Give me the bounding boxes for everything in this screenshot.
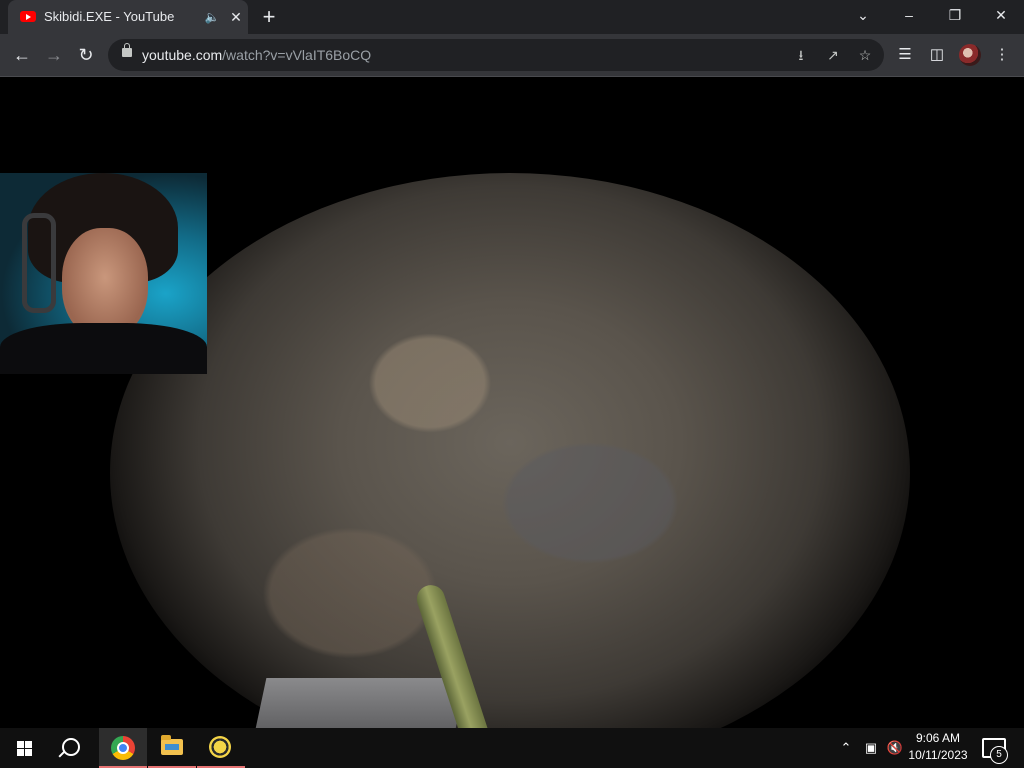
headset: [22, 213, 56, 313]
url-text[interactable]: youtube.com/watch?v=vVlaIT6BoCQ: [142, 47, 371, 63]
clock-date: 10/11/2023: [908, 748, 968, 762]
start-button[interactable]: [0, 728, 48, 768]
close-window-button[interactable]: ✕: [978, 0, 1024, 30]
back-button[interactable]: ←: [8, 41, 36, 69]
menu-kebab-icon[interactable]: ⋮: [992, 45, 1012, 65]
profile-avatar[interactable]: [959, 44, 981, 66]
taskbar-chrome[interactable]: [99, 728, 147, 768]
new-tab-button[interactable]: +: [258, 6, 280, 28]
media-controls-icon[interactable]: ☰: [895, 45, 915, 65]
restore-button[interactable]: ❐: [932, 0, 978, 30]
webcam-overlay: [0, 173, 207, 374]
chevron-up-icon[interactable]: ⌃: [838, 738, 854, 758]
system-clock[interactable]: 9:06 AM 10/11/2023: [904, 730, 972, 764]
tab-title: Skibidi.EXE - YouTube: [44, 9, 175, 24]
browser-toolbar: ← → ↻ youtube.com/watch?v=vVlaIT6BoCQ ⭳ …: [0, 34, 1024, 77]
notification-count: 5: [990, 746, 1008, 764]
youtube-icon: [20, 11, 36, 22]
address-bar[interactable]: youtube.com/watch?v=vVlaIT6BoCQ ⭳ ↗ ☆: [108, 39, 884, 71]
volume-muted-icon[interactable]: 🔇: [884, 738, 906, 758]
speaker-icon[interactable]: 🔈: [204, 9, 220, 25]
taskbar-file-explorer[interactable]: [148, 728, 196, 768]
folder-icon: [161, 735, 183, 755]
install-icon[interactable]: ⭳: [791, 45, 811, 65]
reload-button[interactable]: ↻: [72, 41, 100, 69]
video-player[interactable]: [0, 77, 1024, 728]
scene-floor: [253, 678, 467, 728]
windows-logo-icon: [17, 741, 24, 748]
webcam-shirt: [0, 323, 207, 374]
close-tab-icon[interactable]: ✕: [228, 9, 244, 25]
network-icon[interactable]: ▣: [860, 738, 882, 758]
chrome-icon: [111, 736, 135, 760]
tab-youtube[interactable]: Skibidi.EXE - YouTube 🔈 ✕: [8, 0, 248, 34]
search-icon[interactable]: [62, 738, 80, 756]
tab-strip: Skibidi.EXE - YouTube 🔈 ✕ + ⌄ – ❐ ✕: [0, 0, 1024, 34]
clock-time: 9:06 AM: [915, 731, 961, 745]
minimize-button[interactable]: –: [886, 0, 932, 30]
tab-search-button[interactable]: ⌄: [840, 0, 886, 30]
side-panel-icon[interactable]: ◫: [927, 45, 947, 65]
scene-dirt-vignette: [110, 173, 910, 728]
lock-icon[interactable]: [122, 43, 132, 57]
forward-button[interactable]: →: [40, 41, 68, 69]
bookmark-star-icon[interactable]: ☆: [855, 45, 875, 65]
bee-icon: [209, 736, 231, 758]
webcam-face: [62, 228, 148, 338]
windows-taskbar: ⌃ ▣ 🔇 9:06 AM 10/11/2023 5: [0, 728, 1024, 768]
taskbar-bee-app[interactable]: [197, 728, 245, 768]
share-icon[interactable]: ↗: [823, 45, 843, 65]
